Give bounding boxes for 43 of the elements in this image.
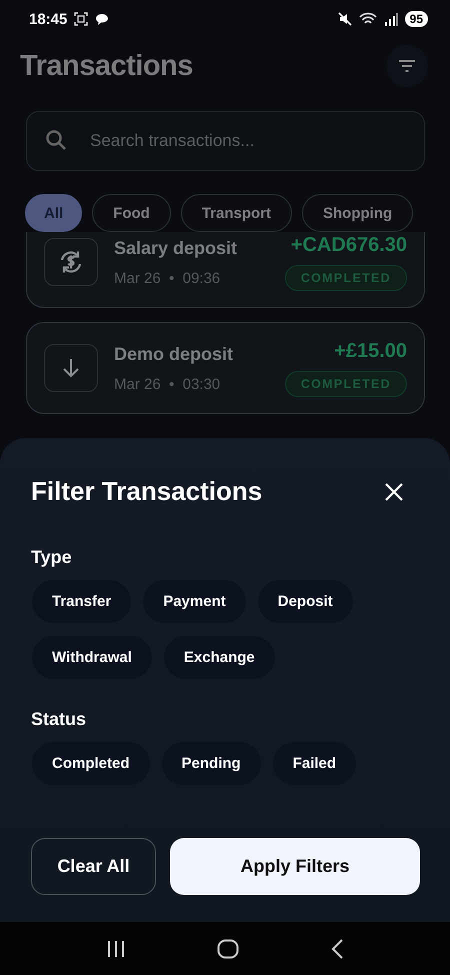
transaction-date: Mar 26 • 03:30 bbox=[114, 376, 222, 392]
filter-chip[interactable]: Exchange bbox=[164, 636, 275, 679]
sheet-title: Filter Transactions bbox=[31, 476, 262, 507]
wifi-icon bbox=[358, 12, 377, 26]
transaction-date: Mar 26 • 09:36 bbox=[114, 270, 222, 286]
search-icon bbox=[45, 129, 67, 151]
signal-icon bbox=[384, 12, 398, 26]
filter-chip[interactable]: Completed bbox=[32, 742, 150, 785]
back-icon bbox=[330, 938, 344, 958]
clear-all-button[interactable]: Clear All bbox=[31, 838, 156, 895]
filter-chip[interactable]: Payment bbox=[143, 580, 246, 623]
filter-button[interactable] bbox=[386, 45, 428, 87]
filter-chip[interactable]: Pending bbox=[162, 742, 261, 785]
section-label: Status bbox=[31, 709, 88, 730]
transaction-amount: +CAD676.30 bbox=[290, 234, 407, 256]
currency-exchange-icon bbox=[58, 249, 84, 275]
status-badge: COMPLETED bbox=[284, 370, 407, 396]
clock-time: 18:45 bbox=[29, 10, 68, 28]
recent-apps-icon bbox=[106, 940, 126, 958]
transaction-title: Demo deposit bbox=[114, 344, 234, 364]
page-title: Transactions bbox=[20, 50, 193, 82]
filter-chip[interactable]: Deposit bbox=[258, 580, 353, 623]
category-chip[interactable]: Transport bbox=[180, 194, 292, 232]
section-label: Type bbox=[31, 547, 73, 568]
transaction-card[interactable]: Demo deposit Mar 26 • 03:30 +£15.00 COMPLETED bbox=[26, 322, 425, 414]
screenshot-icon bbox=[74, 12, 88, 26]
category-chip[interactable]: Food bbox=[92, 194, 171, 232]
search-field[interactable]: Search transactions... bbox=[26, 111, 425, 171]
transaction-amount: +£15.00 bbox=[334, 340, 407, 362]
home-icon bbox=[216, 938, 239, 958]
category-chip[interactable]: Shopping bbox=[302, 194, 414, 232]
transaction-title: Salary deposit bbox=[114, 238, 238, 258]
battery-level: 95 bbox=[404, 11, 428, 27]
transaction-card[interactable]: Salary deposit Mar 26 • 09:36 +CAD676.30 COMPLETED bbox=[26, 232, 425, 308]
filter-icon bbox=[398, 59, 416, 73]
mute-icon bbox=[338, 12, 352, 26]
apply-filters-button[interactable]: Apply Filters bbox=[170, 838, 420, 895]
filter-chip[interactable]: Transfer bbox=[32, 580, 132, 623]
chat-icon bbox=[95, 12, 110, 26]
status-badge: COMPLETED bbox=[284, 264, 407, 290]
down-arrow-icon bbox=[62, 358, 80, 378]
filter-chip[interactable]: Withdrawal bbox=[32, 636, 152, 679]
close-icon bbox=[385, 482, 403, 500]
